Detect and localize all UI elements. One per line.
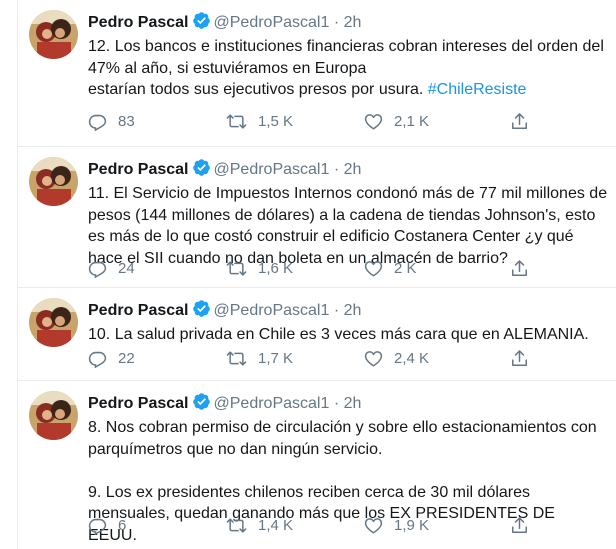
tweet-header: Pedro Pascal @PedroPascal1 · 2h — [88, 392, 361, 417]
heart-icon — [364, 112, 383, 131]
avatar[interactable] — [29, 157, 78, 206]
tweet[interactable]: Pedro Pascal @PedroPascal1 · 2h 11. El Se… — [17, 147, 616, 287]
retweet-count: 1,6 K — [258, 260, 294, 277]
share-button[interactable] — [510, 516, 529, 539]
share-icon — [510, 260, 529, 282]
tweet-header: Pedro Pascal @PedroPascal1 · 2h — [88, 299, 361, 324]
hashtag-link[interactable]: #ChileResiste — [428, 81, 527, 98]
reply-count: 83 — [118, 113, 135, 130]
retweet-count: 1,4 K — [258, 517, 294, 534]
avatar[interactable] — [29, 10, 78, 59]
retweet-icon — [226, 259, 247, 278]
like-button[interactable]: 1,9 K — [364, 516, 429, 535]
retweet-icon — [226, 349, 247, 368]
user-handle[interactable]: @PedroPascal1 — [214, 14, 330, 31]
retweet-icon — [226, 112, 247, 131]
tweet-text: 12. Los bancos e instituciones financier… — [88, 36, 608, 101]
separator-dot: · — [333, 161, 340, 178]
verified-badge-icon — [192, 11, 211, 36]
retweet-count: 1,7 K — [258, 350, 294, 367]
heart-icon — [364, 259, 383, 278]
tweet-text-content: 12. Los bancos e instituciones financier… — [88, 38, 604, 98]
reply-icon — [88, 259, 107, 278]
separator-dot: · — [333, 302, 340, 319]
separator-dot: · — [333, 395, 340, 412]
tweet-header: Pedro Pascal @PedroPascal1 · 2h — [88, 158, 361, 183]
timestamp[interactable]: 2h — [344, 161, 362, 178]
like-count: 2,4 K — [394, 350, 430, 367]
user-handle[interactable]: @PedroPascal1 — [214, 302, 330, 319]
share-button[interactable] — [510, 259, 529, 282]
like-button[interactable]: 2,4 K — [364, 349, 429, 368]
tweet-text: 10. La salud privada en Chile es 3 veces… — [88, 324, 608, 346]
tweet-actions: 22 1,7 K 2,4 K — [88, 349, 528, 369]
display-name[interactable]: Pedro Pascal — [88, 161, 189, 178]
tweet-text-content: 11. El Servicio de Impuestos Internos co… — [88, 185, 608, 267]
heart-icon — [364, 349, 383, 368]
tweet-text: 11. El Servicio de Impuestos Internos co… — [88, 183, 608, 269]
like-button[interactable]: 2,1 K — [364, 112, 429, 131]
tweet-actions: 83 1,5 K 2,1 K — [88, 112, 528, 132]
retweet-button[interactable]: 1,4 K — [226, 516, 293, 535]
tweet-header: Pedro Pascal @PedroPascal1 · 2h — [88, 11, 361, 36]
retweet-count: 1,5 K — [258, 113, 294, 130]
share-button[interactable] — [510, 112, 529, 135]
retweet-button[interactable]: 1,7 K — [226, 349, 293, 368]
reply-button[interactable]: 83 — [88, 112, 135, 131]
reply-count: 22 — [118, 350, 135, 367]
like-count: 2,1 K — [394, 113, 430, 130]
timestamp[interactable]: 2h — [344, 14, 362, 31]
display-name[interactable]: Pedro Pascal — [88, 302, 189, 319]
like-button[interactable]: 2 K — [364, 259, 417, 278]
reply-icon — [88, 349, 107, 368]
tweet[interactable]: Pedro Pascal @PedroPascal1 · 2h 12. Los b… — [17, 0, 616, 146]
tweet-actions: 6 1,4 K 1,9 K — [88, 516, 528, 536]
reply-button[interactable]: 6 — [88, 516, 126, 535]
share-icon — [510, 350, 529, 372]
reply-count: 24 — [118, 260, 135, 277]
reply-icon — [88, 516, 107, 535]
reply-count: 6 — [118, 517, 127, 534]
separator-dot: · — [333, 14, 340, 31]
display-name[interactable]: Pedro Pascal — [88, 395, 189, 412]
reply-button[interactable]: 22 — [88, 349, 135, 368]
heart-icon — [364, 516, 383, 535]
timestamp[interactable]: 2h — [344, 302, 362, 319]
like-count: 1,9 K — [394, 517, 430, 534]
retweet-icon — [226, 516, 247, 535]
retweet-button[interactable]: 1,5 K — [226, 112, 293, 131]
timestamp[interactable]: 2h — [344, 395, 362, 412]
avatar[interactable] — [29, 298, 78, 347]
user-handle[interactable]: @PedroPascal1 — [214, 395, 330, 412]
verified-badge-icon — [192, 299, 211, 324]
share-icon — [510, 113, 529, 135]
reply-icon — [88, 112, 107, 131]
tweet-text-content: 10. La salud privada en Chile es 3 veces… — [88, 326, 589, 343]
user-handle[interactable]: @PedroPascal1 — [214, 161, 330, 178]
avatar[interactable] — [29, 391, 78, 440]
verified-badge-icon — [192, 392, 211, 417]
tweet-actions: 24 1,6 K 2 K — [88, 259, 528, 279]
verified-badge-icon — [192, 158, 211, 183]
display-name[interactable]: Pedro Pascal — [88, 14, 189, 31]
tweet[interactable]: Pedro Pascal @PedroPascal1 · 2h 8. Nos co… — [17, 381, 616, 549]
retweet-button[interactable]: 1,6 K — [226, 259, 293, 278]
tweet[interactable]: Pedro Pascal @PedroPascal1 · 2h 10. La sa… — [17, 288, 616, 380]
share-icon — [510, 517, 529, 539]
reply-button[interactable]: 24 — [88, 259, 135, 278]
like-count: 2 K — [394, 260, 417, 277]
share-button[interactable] — [510, 349, 529, 372]
